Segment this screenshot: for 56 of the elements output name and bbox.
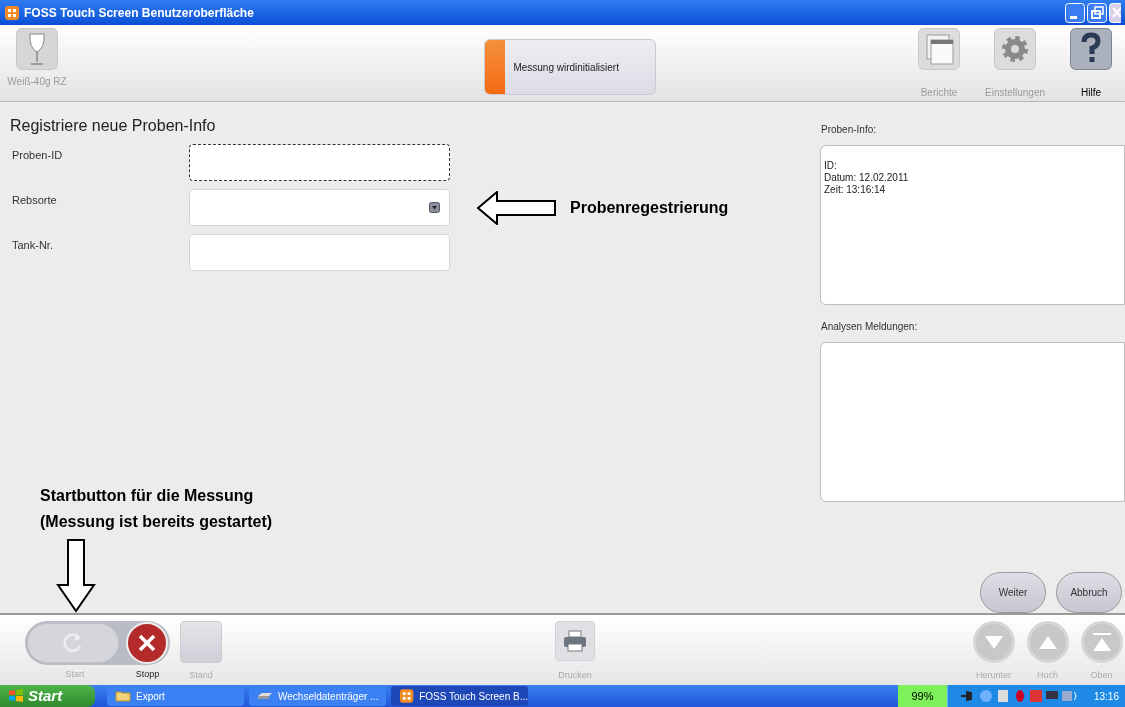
down-arrow-icon (56, 539, 96, 613)
field-label: Proben-ID (11, 148, 64, 163)
help-icon (1070, 28, 1112, 70)
taskbar-button[interactable]: FOSS Touch Screen B... (391, 686, 528, 706)
field-label: Rebsorte (11, 193, 58, 208)
form-heading: Registriere neue Proben-Info (10, 116, 217, 136)
refresh-icon (62, 632, 84, 654)
app-icon (399, 688, 415, 704)
panel-label: Analysen Meldungen: (820, 320, 919, 334)
button-label: Stand (189, 669, 213, 682)
button-label: Herunter (976, 669, 1011, 682)
input-field[interactable] (189, 144, 450, 181)
battery-level: 99% (897, 685, 947, 707)
panel-text: ID: (824, 160, 838, 172)
wine-glass-icon (16, 28, 58, 70)
button-label: Start (64, 668, 86, 681)
taskbar-button[interactable]: Export (107, 686, 244, 706)
windows-logo-icon (8, 688, 24, 704)
printer-icon (563, 630, 587, 652)
panel-text: Zeit: 13:16:14 (824, 184, 887, 196)
button-label: Oben (1090, 669, 1113, 682)
stand-button[interactable] (180, 621, 222, 663)
app-icon (4, 4, 20, 21)
window-title: FOSS Touch Screen Benutzeroberfläche (24, 4, 254, 22)
nav-button[interactable] (1026, 621, 1069, 663)
annotation-text: Startbutton für die Messung (Messung ist bereits gestartet) (40, 486, 273, 532)
down-icon (984, 635, 1003, 649)
taskbar-button[interactable]: Wechseldatenträger ... (249, 686, 386, 706)
close-icon (1109, 2, 1121, 23)
clock: 13:16 (1093, 689, 1119, 704)
stop-button[interactable] (126, 622, 168, 664)
annotation-text: Probenregestrierung (570, 198, 729, 218)
panel-label: Proben-Info: (820, 123, 878, 137)
print-button[interactable] (555, 621, 595, 661)
panel-text: Datum: 12.02.2011 (824, 172, 910, 184)
restore-icon (1087, 2, 1107, 23)
start-menu-button[interactable]: Start (0, 685, 95, 707)
dropdown-field[interactable] (189, 189, 450, 226)
status-text: Messung wirdinitialisiert (513, 60, 619, 75)
up-icon (1038, 635, 1057, 649)
nav-button[interactable] (1080, 621, 1123, 663)
dialog-button[interactable]: Abbruch (1056, 572, 1122, 613)
left-arrow-icon (477, 191, 557, 225)
close-icon (137, 633, 157, 653)
top-icon (1092, 633, 1111, 651)
nav-button[interactable] (972, 621, 1015, 663)
dropdown-icon (429, 202, 440, 213)
button-label: Drucken (558, 669, 592, 682)
dialog-button[interactable]: Weiter (980, 572, 1046, 613)
field-label: Tank-Nr. (11, 238, 54, 253)
folder-icon (115, 688, 131, 704)
gear-icon (994, 28, 1036, 70)
toolbar-button[interactable]: Hilfe (1062, 28, 1120, 100)
button-label: Stopp (134, 668, 161, 681)
minimize-icon (1065, 2, 1085, 23)
report-icon (918, 28, 960, 70)
